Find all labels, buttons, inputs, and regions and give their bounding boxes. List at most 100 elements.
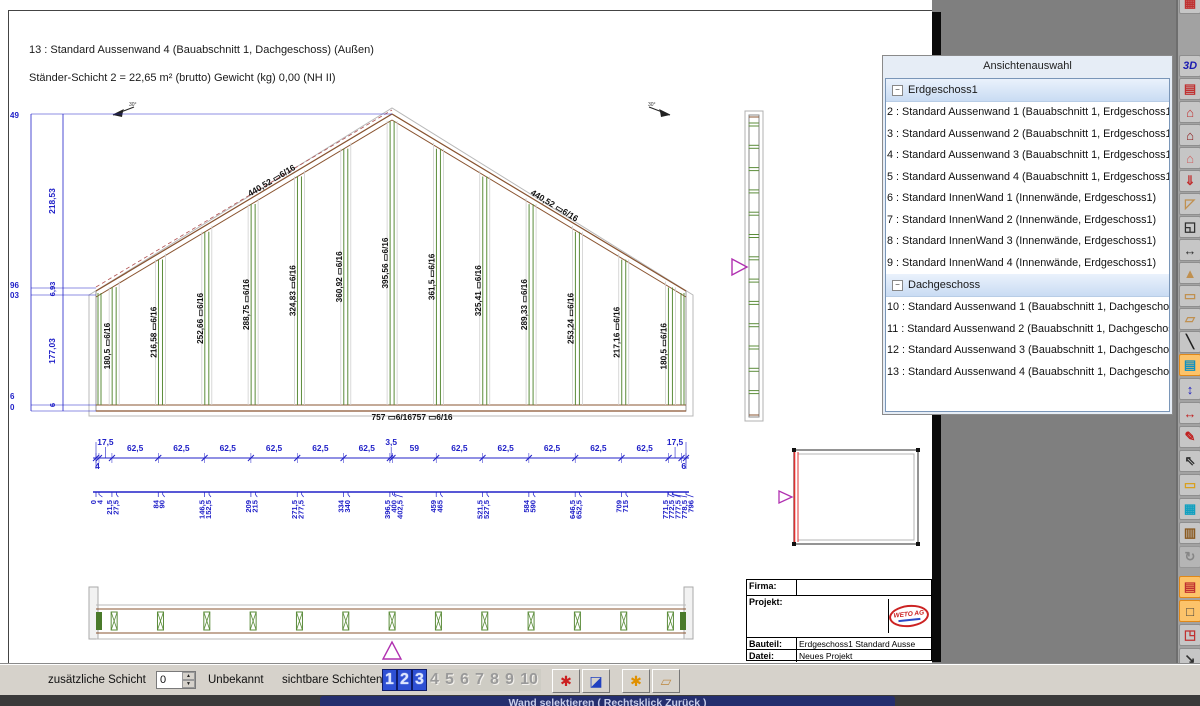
chain2-position-label: 27,5 xyxy=(111,499,120,515)
chain2-position-label: 90 xyxy=(158,500,167,508)
tool-roof-frame[interactable]: ◸ xyxy=(1179,193,1200,215)
highlight-tool-icon[interactable]: ✱ xyxy=(622,669,650,693)
tool-draw-line[interactable]: ╲ xyxy=(1179,331,1200,353)
svg-text:96: 96 xyxy=(10,281,19,290)
layer-preview-icon[interactable]: ◪ xyxy=(582,669,610,693)
layer-number-9[interactable]: 9 xyxy=(502,669,517,691)
tool-refresh-wall[interactable]: ▦ xyxy=(1179,498,1200,520)
title-block: Firma: Projekt: WETO AG Bauteil: Erdgesc… xyxy=(746,579,932,661)
chain1-dim-label: 62,5 xyxy=(498,443,515,453)
additional-layer-spinner[interactable]: 0 ▲ ▼ xyxy=(156,671,196,689)
chain2-position-label: 465 xyxy=(436,499,445,512)
view-list-item[interactable]: 9 : Standard InnenWand 4 (Innenwände, Er… xyxy=(886,253,1169,275)
wall-elevation-drawing: 180,5 ▭6/16 216,58 ▭6/16 252,66 ▭6/16 288,7… xyxy=(9,11,932,663)
tool-layer-stack[interactable]: ▤ xyxy=(1179,576,1200,598)
tool-detail-window[interactable]: ◱ xyxy=(1179,216,1200,238)
stud-length-label: 288,75 ▭6/16 xyxy=(242,279,251,330)
stud-label-group: 180,5 ▭6/16 216,58 ▭6/16 252,66 ▭6/16 288,7… xyxy=(103,237,668,369)
tool-wall-panel[interactable]: ▤ xyxy=(1179,354,1200,376)
view-group-header-erdgeschoss1[interactable]: −Erdgeschoss1 xyxy=(886,79,1169,102)
slope-arrow-left: 30° xyxy=(113,102,137,117)
tool-open-project[interactable]: ▭ xyxy=(1179,474,1200,496)
layer-number-4[interactable]: 4 xyxy=(427,669,442,691)
tool-measure-object[interactable]: ↔ xyxy=(1179,239,1200,261)
layer-number-7[interactable]: 7 xyxy=(472,669,487,691)
stud-length-label: 216,58 ▭6/16 xyxy=(149,306,158,357)
chain2-position-label: 590 xyxy=(528,500,537,513)
tool-edit-building[interactable]: ✎ xyxy=(1179,426,1200,448)
tool-roof-view[interactable]: ⌂ xyxy=(1179,101,1200,123)
tool-house-import[interactable]: ⇓ xyxy=(1179,170,1200,192)
view-list-item[interactable]: 6 : Standard InnenWand 1 (Innenwände, Er… xyxy=(886,188,1169,210)
view-list-item[interactable]: 10 : Standard Aussenwand 1 (Bauabschnitt… xyxy=(886,297,1169,319)
chain2-position-label: 277,5 xyxy=(297,499,306,519)
titleblock-datei-label: Datei: xyxy=(747,650,797,662)
tool-dim-horizontal[interactable]: ↔ xyxy=(1179,402,1200,424)
bottom-plate-label: 757 ▭6/16757 ▭6/16 xyxy=(371,412,452,422)
view-list-item[interactable]: 13 : Standard Aussenwand 4 (Bauabschnitt… xyxy=(886,362,1169,384)
layer-number-6[interactable]: 6 xyxy=(457,669,472,691)
tool-wall-board[interactable]: ▭ xyxy=(1179,285,1200,307)
svg-text:49: 49 xyxy=(10,111,19,120)
collapse-icon[interactable]: − xyxy=(892,85,903,96)
layer-number-8[interactable]: 8 xyxy=(487,669,502,691)
collapse-icon[interactable]: − xyxy=(892,280,903,291)
stud-length-label: 217,16 ▭6/16 xyxy=(613,306,622,357)
tool-layer-blank[interactable]: □ xyxy=(1179,600,1200,622)
view-panel-title: Ansichtenauswahl xyxy=(883,56,1172,77)
stud-length-label: 325,41 ▭6/16 xyxy=(474,265,483,316)
bottom-toolbar: zusätzliche Schicht 0 ▲ ▼ Unbekannt sich… xyxy=(0,664,1200,696)
right-toolbar: ▦3D▤⌂⌂⌂⇓◸◱↔▲▭▱╲▤↕↔✎⇖▭▦▥↻▤□◳↘↻⊡ xyxy=(1176,0,1200,706)
view-group-label: Dachgeschoss xyxy=(908,274,980,296)
view-list-item[interactable]: 8 : Standard InnenWand 3 (Innenwände, Er… xyxy=(886,231,1169,253)
tool-rotate-view[interactable]: ↻ xyxy=(1179,546,1200,568)
tool-wall-layers[interactable]: ▤ xyxy=(1179,78,1200,100)
layer-number-3[interactable]: 3 xyxy=(412,669,427,691)
stud-length-label: 180,5 ▭6/16 xyxy=(659,323,668,370)
chain1-dim-label: 3,5 xyxy=(385,437,397,447)
view-list: −Erdgeschoss12 : Standard Aussenwand 1 (… xyxy=(885,78,1170,412)
eraser-tool-icon[interactable]: ▱ xyxy=(652,669,680,693)
layer-number-2[interactable]: 2 xyxy=(397,669,412,691)
tool-dim-vertical[interactable]: ↕ xyxy=(1179,378,1200,400)
tool-building-view[interactable]: ⌂ xyxy=(1179,124,1200,146)
wall-plan-strip xyxy=(89,587,693,659)
chain1-dim-label: 62,5 xyxy=(220,443,237,453)
tool-gable-wall[interactable]: ▲ xyxy=(1179,262,1200,284)
svg-text:218,53: 218,53 xyxy=(47,188,57,214)
layer-number-10[interactable]: 10 xyxy=(517,669,541,691)
chain1-dim-label: 62,5 xyxy=(590,443,607,453)
view-list-item[interactable]: 5 : Standard Aussenwand 4 (Bauabschnitt … xyxy=(886,167,1169,189)
view-list-item[interactable]: 11 : Standard Aussenwand 2 (Bauabschnitt… xyxy=(886,319,1169,341)
view-list-item[interactable]: 7 : Standard InnenWand 2 (Innenwände, Er… xyxy=(886,210,1169,232)
chain1-dim-label: 62,5 xyxy=(127,443,144,453)
wall-outer-outline xyxy=(89,108,693,416)
chain2-position-label: 796 xyxy=(686,500,695,513)
svg-text:6,93: 6,93 xyxy=(48,282,57,297)
tool-select-cursor[interactable]: ⇖ xyxy=(1179,450,1200,472)
tool-house-wireframe[interactable]: ⌂ xyxy=(1179,147,1200,169)
spinner-down-button[interactable]: ▼ xyxy=(182,680,195,688)
view-list-item[interactable]: 12 : Standard Aussenwand 3 (Bauabschnitt… xyxy=(886,340,1169,362)
status-strip: Wand selektieren ( Rechtsklick Zurück ) xyxy=(0,695,1200,706)
layer-number-1[interactable]: 1 xyxy=(382,669,397,691)
chain1-dim-label: 62,5 xyxy=(544,443,561,453)
view-list-item[interactable]: 4 : Standard Aussenwand 3 (Bauabschnitt … xyxy=(886,145,1169,167)
drawing-viewport: 13 : Standard Aussenwand 4 (Bauabschnitt… xyxy=(0,0,940,664)
tool-layer-corner[interactable]: ◳ xyxy=(1179,624,1200,646)
spinner-up-button[interactable]: ▲ xyxy=(182,672,195,680)
svg-text:03: 03 xyxy=(10,291,19,300)
view-list-item[interactable]: 3 : Standard Aussenwand 2 (Bauabschnitt … xyxy=(886,124,1169,146)
stud-length-label: 253,24 ▭6/16 xyxy=(566,293,575,344)
layer-number-5[interactable]: 5 xyxy=(442,669,457,691)
tool-3d-view[interactable]: 3D xyxy=(1179,55,1200,77)
tool-timber-list[interactable]: ▥ xyxy=(1179,522,1200,544)
view-group-header-dachgeschoss[interactable]: −Dachgeschoss xyxy=(886,274,1169,297)
stud-length-label: 252,66 ▭6/16 xyxy=(196,292,205,343)
chain1-dim-label: 17,5 xyxy=(667,437,684,447)
slope-left-label: 440,52 ▭6/16 xyxy=(246,162,297,198)
apply-layers-wand-icon[interactable]: ✱ xyxy=(552,669,580,693)
top-partial-icon[interactable]: ▦ xyxy=(1179,0,1200,14)
view-list-item[interactable]: 2 : Standard Aussenwand 1 (Bauabschnitt … xyxy=(886,102,1169,124)
tool-beam[interactable]: ▱ xyxy=(1179,308,1200,330)
